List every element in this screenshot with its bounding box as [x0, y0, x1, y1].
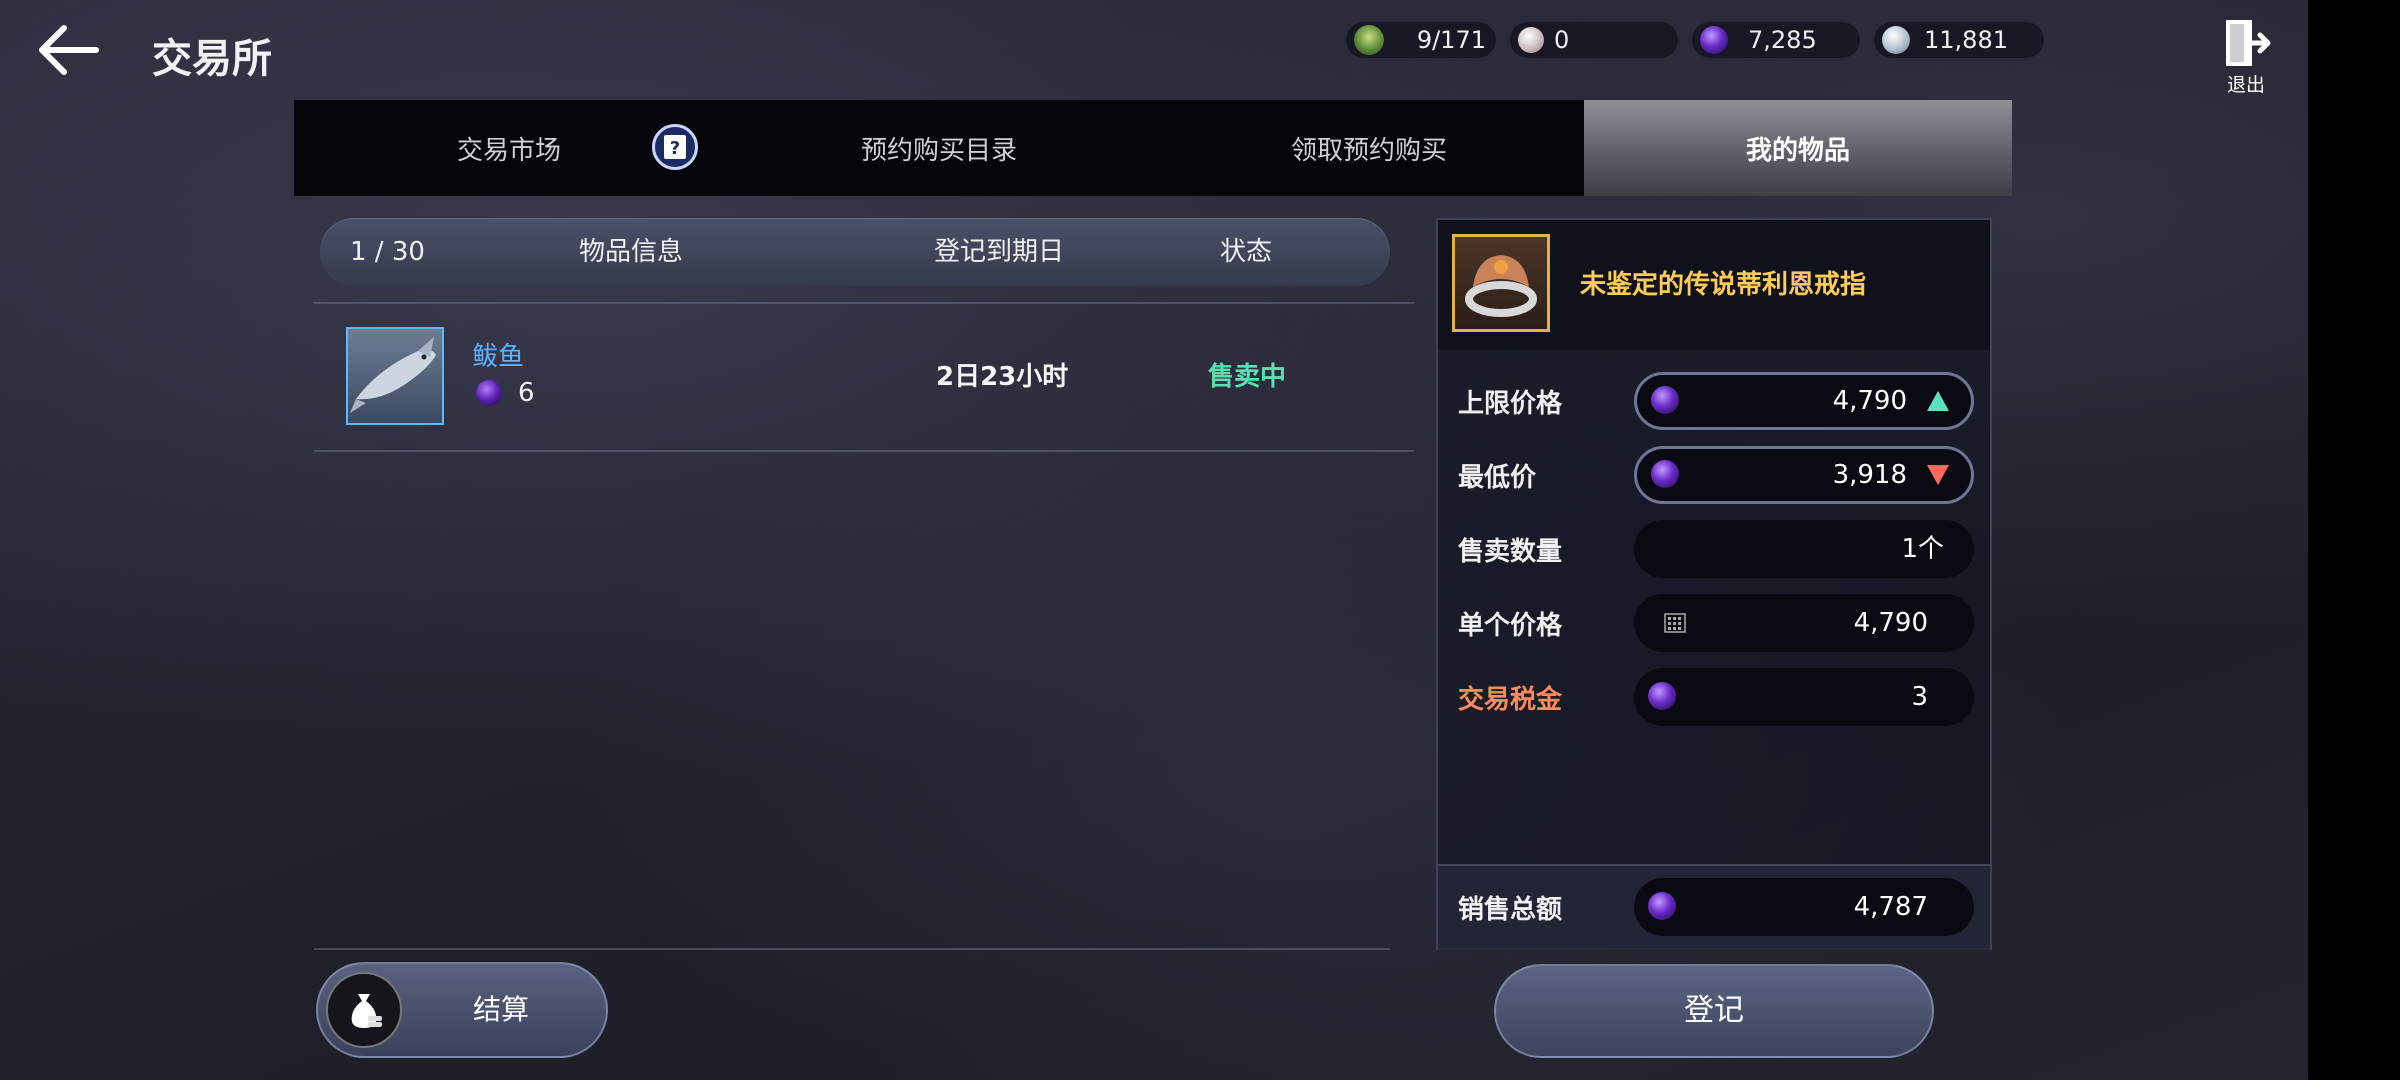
- divider: [314, 450, 1414, 452]
- tax-value: 3: [1911, 682, 1928, 712]
- silver-balance: 11,881: [1874, 22, 2044, 58]
- up-arrow-icon: [1927, 391, 1949, 411]
- item-name: 鲅鱼: [472, 342, 525, 372]
- panel-item-title: 未鉴定的传说蒂利恩戒指: [1580, 270, 1867, 300]
- fish-icon: [350, 337, 436, 413]
- max-price-value: 4,790: [1832, 386, 1907, 416]
- tax-label: 交易税金: [1458, 685, 1563, 715]
- ring-item-icon: [1452, 234, 1550, 332]
- exit-button[interactable]: 退出: [2216, 18, 2276, 96]
- money-bag-glyph: [351, 994, 382, 1028]
- ring-icon: [1465, 255, 1537, 317]
- min-price-value: 3,918: [1832, 460, 1907, 490]
- sell-detail-panel: 未鉴定的传说蒂利恩戒指: [1436, 218, 1992, 950]
- list-header: 1 / 30 物品信息 登记到期日 状态: [320, 218, 1390, 286]
- purple-crystal-icon: [1648, 682, 1676, 710]
- unit-price-value: 4,790: [1853, 608, 1928, 638]
- svg-text:?: ?: [670, 138, 680, 159]
- panel-header: 未鉴定的传说蒂利恩戒指: [1438, 220, 1990, 350]
- total-label: 销售总额: [1458, 895, 1563, 925]
- silver-coin-icon: [1882, 26, 1910, 54]
- weight-capacity: 9/171: [1346, 22, 1496, 58]
- tab-my-items[interactable]: 我的物品: [1584, 100, 2012, 196]
- max-price-label: 上限价格: [1458, 389, 1563, 419]
- item-status: 售卖中: [1208, 362, 1287, 392]
- keypad-icon: [1664, 613, 1686, 633]
- money-bag-icon: [326, 972, 402, 1048]
- col-item-info: 物品信息: [579, 237, 684, 267]
- pearl-balance: 0: [1510, 22, 1678, 58]
- back-button[interactable]: [34, 22, 104, 78]
- col-status: 状态: [1220, 237, 1273, 267]
- item-expiry: 2日23小时: [936, 362, 1069, 392]
- register-button[interactable]: 登记: [1494, 964, 1934, 1058]
- weight-capacity-value: 9/171: [1416, 26, 1486, 54]
- pearl-value: 0: [1554, 26, 1570, 54]
- settle-button[interactable]: 结算: [316, 962, 608, 1058]
- exit-label: 退出: [2226, 74, 2265, 96]
- crystal-value: 7,285: [1748, 26, 1817, 54]
- help-book-icon[interactable]: ?: [652, 124, 698, 170]
- col-expiry: 登记到期日: [934, 237, 1065, 267]
- down-arrow-icon: [1927, 465, 1949, 485]
- crystal-balance: 7,285: [1692, 22, 1860, 58]
- purple-crystal-icon: [1651, 460, 1679, 488]
- max-price-field: 4,790: [1634, 372, 1974, 430]
- quantity-value: 1个: [1901, 534, 1944, 564]
- item-price: 6: [518, 378, 535, 408]
- tax-field: 3: [1634, 668, 1974, 726]
- fish-item-thumbnail: [346, 327, 444, 425]
- unit-price-label: 单个价格: [1458, 611, 1563, 641]
- tab-bar: 交易市场 预约购买目录 领取预约购买 我的物品: [294, 100, 2012, 196]
- purple-crystal-icon: [1651, 386, 1679, 414]
- purple-crystal-icon: [1700, 26, 1728, 54]
- exit-door-icon: [2226, 20, 2271, 66]
- tab-claim-reservation[interactable]: 领取预约购买: [1154, 100, 1584, 196]
- page-title: 交易所: [152, 36, 272, 82]
- question-book-glyph: ?: [664, 135, 686, 159]
- quantity-field[interactable]: 1个: [1634, 520, 1974, 578]
- device-edge-bar: [2308, 0, 2400, 1080]
- pearl-icon: [1518, 27, 1544, 53]
- divider: [314, 948, 1390, 950]
- silver-value: 11,881: [1924, 26, 2008, 54]
- quantity-label: 售卖数量: [1458, 537, 1563, 567]
- tab-reservation-list[interactable]: 预约购买目录: [724, 100, 1154, 196]
- currency-bar: 9/171 0 7,285 11,881: [1346, 22, 2058, 58]
- list-count: 1 / 30: [350, 237, 425, 267]
- min-price-field: 3,918: [1634, 446, 1974, 504]
- min-price-label: 最低价: [1458, 463, 1537, 493]
- weight-capacity-icon: [1354, 25, 1384, 55]
- unit-price-field[interactable]: 4,790: [1634, 594, 1974, 652]
- back-arrow-icon: [39, 25, 99, 75]
- total-field: 4,787: [1634, 878, 1974, 936]
- purple-crystal-icon: [476, 380, 502, 406]
- divider: [314, 302, 1414, 304]
- purple-crystal-icon: [1648, 892, 1676, 920]
- total-value: 4,787: [1853, 892, 1928, 922]
- settle-label: 结算: [473, 993, 530, 1026]
